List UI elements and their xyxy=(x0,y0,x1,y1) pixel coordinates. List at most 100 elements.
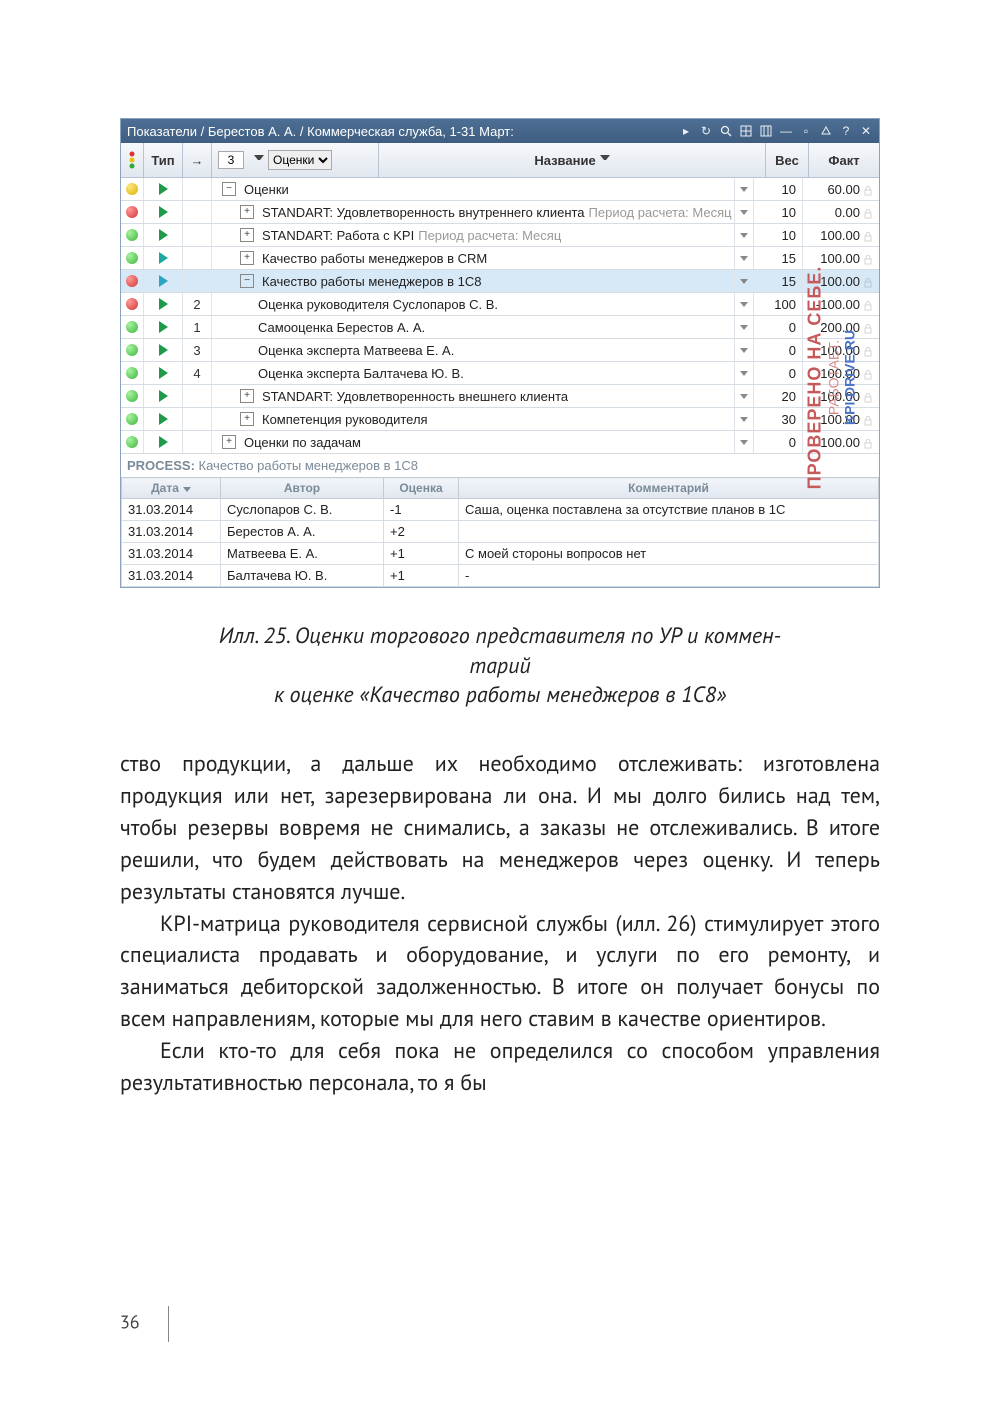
filter-select[interactable]: Оценки xyxy=(268,150,332,170)
body-text: ство продукции, а дальше их необходимо о… xyxy=(120,749,880,1100)
row-name: +STANDART: Работа с KPI Период расчета: … xyxy=(212,224,735,246)
table-row[interactable]: 2Оценка руководителя Суслопаров С. В.100… xyxy=(121,293,879,316)
chevron-down-icon[interactable] xyxy=(254,155,264,165)
paragraph: ство продукции, а дальше их необходимо о… xyxy=(120,749,880,908)
play-icon xyxy=(144,385,183,407)
details-row[interactable]: 31.03.2014Суслопаров С. В.-1Саша, оценка… xyxy=(122,499,879,521)
row-menu[interactable] xyxy=(735,362,754,384)
row-index: 2 xyxy=(183,293,212,315)
row-menu[interactable] xyxy=(735,270,754,292)
row-weight: 10 xyxy=(754,224,803,246)
col-status[interactable] xyxy=(121,143,144,177)
table-row[interactable]: +Оценки по задачам0100.00 xyxy=(121,431,879,454)
col-date[interactable]: Дата xyxy=(122,478,221,499)
row-menu[interactable] xyxy=(735,339,754,361)
play-icon xyxy=(144,339,183,361)
process-line: PROCESS: Качество работы менеджеров в 1С… xyxy=(121,454,879,477)
table-row[interactable]: 1Самооценка Берестов А. А.0200.00 xyxy=(121,316,879,339)
row-index: 3 xyxy=(183,339,212,361)
minimize-icon[interactable]: — xyxy=(779,124,793,138)
cascade-icon[interactable] xyxy=(819,124,833,138)
help-icon[interactable]: ? xyxy=(839,124,853,138)
level-input[interactable] xyxy=(218,151,244,169)
row-menu[interactable] xyxy=(735,431,754,453)
lock-icon xyxy=(863,276,873,286)
search-icon[interactable] xyxy=(719,124,733,138)
details-row[interactable]: 31.03.2014Матвеева Е. А.+1С моей стороны… xyxy=(122,543,879,565)
col-level-filter: Оценки xyxy=(212,143,379,177)
table-row[interactable]: 3Оценка эксперта Матвеева Е. А.0100.00 xyxy=(121,339,879,362)
grid-icon[interactable] xyxy=(739,124,753,138)
restore-icon[interactable]: ▫ xyxy=(799,124,813,138)
expand-icon[interactable]: + xyxy=(240,228,254,242)
expand-icon[interactable]: + xyxy=(240,251,254,265)
col-fact[interactable]: Факт xyxy=(809,143,879,177)
play-icon xyxy=(144,362,183,384)
window-title: Показатели / Берестов А. А. / Коммерческ… xyxy=(127,124,673,139)
lock-icon xyxy=(863,322,873,332)
columns-icon[interactable] xyxy=(759,124,773,138)
table-row[interactable]: −Оценки1060.00 xyxy=(121,178,879,201)
row-menu[interactable] xyxy=(735,224,754,246)
chevron-down-icon[interactable] xyxy=(600,155,610,165)
row-index: 4 xyxy=(183,362,212,384)
figure-caption: Илл. 25. Оценки торгового представителя … xyxy=(120,622,880,711)
expand-icon[interactable]: + xyxy=(240,205,254,219)
row-index xyxy=(183,224,212,246)
col-author[interactable]: Автор xyxy=(221,478,384,499)
row-name: Самооценка Берестов А. А. xyxy=(212,316,735,338)
play-icon xyxy=(144,431,183,453)
details-row[interactable]: 31.03.2014Берестов А. А.+2 xyxy=(122,521,879,543)
table-row[interactable]: +Компетенция руководителя30100.00 xyxy=(121,408,879,431)
row-menu[interactable] xyxy=(735,247,754,269)
col-arrow[interactable]: → xyxy=(183,143,212,177)
table-row[interactable]: −Качество работы менеджеров в 1С815-100.… xyxy=(121,270,879,293)
col-comment[interactable]: Комментарий xyxy=(459,478,879,499)
col-score[interactable]: Оценка xyxy=(384,478,459,499)
col-weight[interactable]: Вес xyxy=(766,143,809,177)
status-dot xyxy=(121,385,144,407)
col-name[interactable]: Название xyxy=(379,143,766,177)
play-icon xyxy=(144,270,183,292)
col-type[interactable]: Тип xyxy=(144,143,183,177)
row-menu[interactable] xyxy=(735,178,754,200)
row-index xyxy=(183,201,212,223)
details-row[interactable]: 31.03.2014Балтачева Ю. В.+1- xyxy=(122,565,879,587)
row-weight: 0 xyxy=(754,431,803,453)
collapse-icon[interactable]: − xyxy=(222,182,236,196)
row-fact: 100.00 xyxy=(803,431,879,453)
close-icon[interactable]: ✕ xyxy=(859,124,873,138)
status-dot xyxy=(121,293,144,315)
status-dot xyxy=(121,270,144,292)
row-menu[interactable] xyxy=(735,385,754,407)
forward-icon[interactable]: ▸ xyxy=(679,124,693,138)
row-index xyxy=(183,270,212,292)
lock-icon xyxy=(863,391,873,401)
refresh-icon[interactable]: ↻ xyxy=(699,124,713,138)
row-menu[interactable] xyxy=(735,293,754,315)
row-weight: 15 xyxy=(754,270,803,292)
row-fact: 100.00 xyxy=(803,385,879,407)
status-dot xyxy=(121,431,144,453)
row-index: 1 xyxy=(183,316,212,338)
lock-icon xyxy=(863,230,873,240)
table-row[interactable]: +STANDART: Удовлетворенность внутреннего… xyxy=(121,201,879,224)
row-menu[interactable] xyxy=(735,316,754,338)
row-name: +Компетенция руководителя xyxy=(212,408,735,430)
table-row[interactable]: +STANDART: Удовлетворенность внешнего кл… xyxy=(121,385,879,408)
row-menu[interactable] xyxy=(735,201,754,223)
lock-icon xyxy=(863,184,873,194)
row-name: Оценка руководителя Суслопаров С. В. xyxy=(212,293,735,315)
expand-icon[interactable]: + xyxy=(240,412,254,426)
row-menu[interactable] xyxy=(735,408,754,430)
table-row[interactable]: +STANDART: Работа с KPI Период расчета: … xyxy=(121,224,879,247)
table-row[interactable]: +Качество работы менеджеров в CRM15100.0… xyxy=(121,247,879,270)
expand-icon[interactable]: + xyxy=(222,435,236,449)
play-icon xyxy=(144,408,183,430)
row-name: +STANDART: Удовлетворенность внешнего кл… xyxy=(212,385,735,407)
collapse-icon[interactable]: − xyxy=(240,274,254,288)
expand-icon[interactable]: + xyxy=(240,389,254,403)
grid-body: −Оценки1060.00+STANDART: Удовлетвореннос… xyxy=(121,178,879,454)
table-row[interactable]: 4Оценка эксперта Балтачева Ю. В.0100.00 xyxy=(121,362,879,385)
app-window: Показатели / Берестов А. А. / Коммерческ… xyxy=(120,118,880,588)
